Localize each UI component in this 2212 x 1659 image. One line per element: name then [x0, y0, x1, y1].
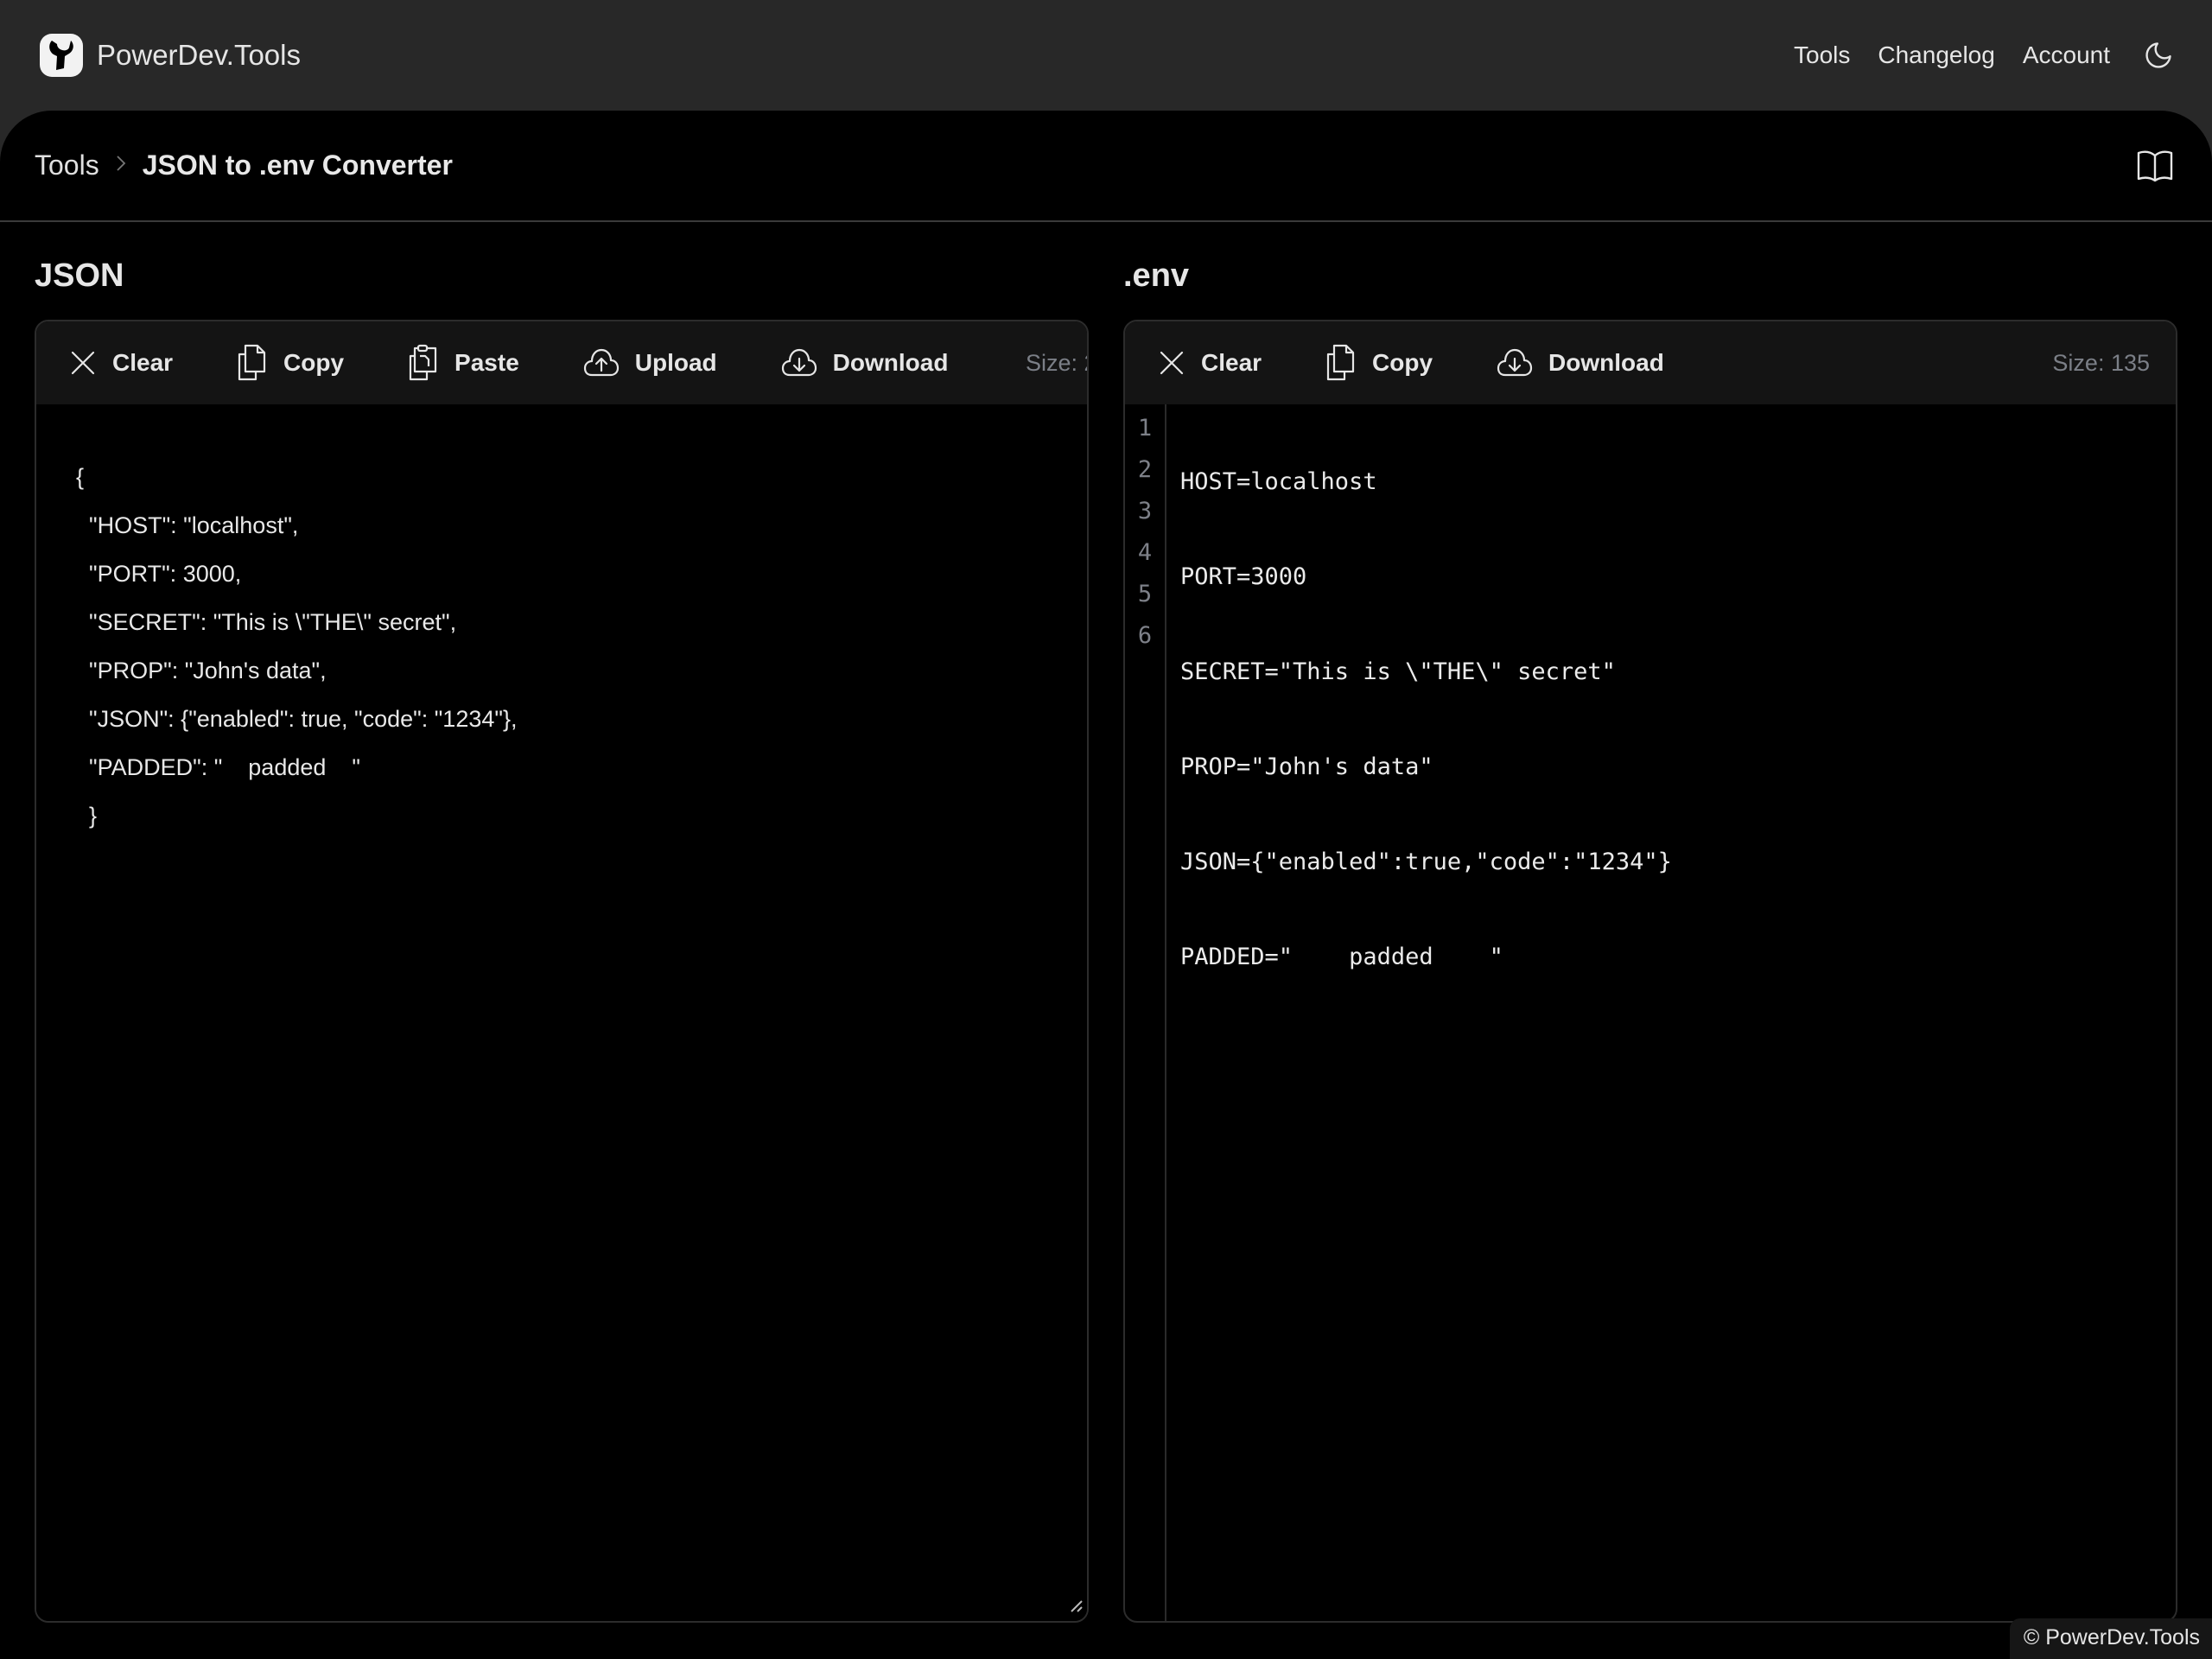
- book-open-icon: [2137, 150, 2173, 181]
- env-download-button[interactable]: Download: [1497, 347, 1664, 378]
- code-line: HOST=localhost: [1180, 468, 1377, 495]
- env-clear-label: Clear: [1201, 349, 1262, 376]
- line-number: 5: [1137, 581, 1153, 607]
- page-title: JSON to .env Converter: [142, 149, 453, 181]
- json-copy-button[interactable]: Copy: [237, 344, 344, 382]
- copy-icon: [1326, 344, 1355, 381]
- nav-link-tools[interactable]: Tools: [1794, 41, 1850, 69]
- env-size-label: Size: 135: [2052, 349, 2150, 376]
- code-line: JSON={"enabled":true,"code":"1234"}: [1180, 849, 1672, 875]
- env-download-label: Download: [1548, 349, 1664, 376]
- copy-icon: [238, 344, 266, 381]
- moon-icon: [2145, 42, 2171, 68]
- env-copy-label: Copy: [1372, 349, 1433, 376]
- close-icon: [1160, 351, 1184, 375]
- json-download-label: Download: [832, 349, 949, 376]
- env-code-view[interactable]: 1 2 3 4 5 6 HOST=localhost PORT=3000 SEC…: [1125, 404, 2176, 1621]
- line-number-gutter: 1 2 3 4 5 6: [1125, 404, 1166, 1621]
- json-paste-label: Paste: [454, 349, 519, 376]
- code-line: PADDED=" padded ": [1180, 944, 1503, 970]
- chevron-right-icon: [115, 152, 127, 179]
- main-content: Tools JSON to .env Converter JSON Clear: [0, 111, 2212, 1659]
- code-line: PORT=3000: [1180, 563, 1307, 590]
- line-number: 1: [1137, 415, 1153, 442]
- env-toolbar: Clear Copy Download Size: 135: [1125, 321, 2176, 404]
- docs-button[interactable]: [2134, 145, 2176, 187]
- nav-link-account[interactable]: Account: [2023, 41, 2110, 69]
- json-size-label: Size: 2: [1026, 349, 1087, 376]
- nav-link-changelog[interactable]: Changelog: [1878, 41, 1994, 69]
- code-line: PROP="John's data": [1180, 753, 1433, 780]
- env-code-lines: HOST=localhost PORT=3000 SECRET="This is…: [1166, 404, 1672, 1621]
- breadcrumb: Tools JSON to .env Converter: [35, 149, 453, 181]
- top-navbar: PowerDev.Tools Tools Changelog Account: [0, 0, 2212, 111]
- json-input[interactable]: { "HOST": "localhost", "PORT": 3000, "SE…: [36, 404, 1087, 1621]
- theme-toggle-button[interactable]: [2141, 38, 2176, 73]
- json-toolbar: Clear Copy Paste Upload Download Size:: [36, 321, 1087, 404]
- nav-links: Tools Changelog Account: [1794, 38, 2176, 73]
- json-paste-button[interactable]: Paste: [408, 344, 519, 382]
- line-number: 2: [1137, 456, 1153, 483]
- json-clear-label: Clear: [112, 349, 174, 376]
- json-editor: Clear Copy Paste Upload Download Size: {…: [35, 320, 1089, 1623]
- close-icon: [71, 351, 95, 375]
- breadcrumb-tools-link[interactable]: Tools: [35, 149, 99, 181]
- brand-link[interactable]: PowerDev.Tools: [40, 34, 301, 77]
- env-panel-title: .env: [1123, 257, 1190, 294]
- brand-name: PowerDev.Tools: [97, 39, 301, 71]
- cloud-download-icon: [1497, 348, 1533, 377]
- resize-handle-icon[interactable]: [1070, 1599, 1084, 1618]
- code-line: SECRET="This is \"THE\" secret": [1180, 658, 1616, 685]
- breadcrumb-bar: Tools JSON to .env Converter: [0, 111, 2212, 222]
- json-download-button[interactable]: Download: [781, 347, 949, 378]
- cloud-download-icon: [781, 348, 817, 377]
- env-copy-button[interactable]: Copy: [1325, 344, 1433, 382]
- json-panel-title: JSON: [35, 257, 124, 294]
- footer-copyright: © PowerDev.Tools: [2009, 1618, 2212, 1659]
- json-clear-button[interactable]: Clear: [69, 349, 173, 377]
- json-upload-button[interactable]: Upload: [583, 347, 717, 378]
- line-number: 6: [1137, 622, 1153, 649]
- json-copy-label: Copy: [283, 349, 345, 376]
- json-upload-label: Upload: [634, 349, 717, 376]
- wrench-icon: [40, 34, 83, 77]
- line-number: 4: [1137, 539, 1153, 566]
- env-clear-button[interactable]: Clear: [1158, 349, 1262, 377]
- env-editor: Clear Copy Download Size: 135 1 2 3 4 5 …: [1123, 320, 2177, 1623]
- cloud-upload-icon: [583, 348, 619, 377]
- clipboard-icon: [409, 344, 437, 381]
- line-number: 3: [1137, 498, 1153, 524]
